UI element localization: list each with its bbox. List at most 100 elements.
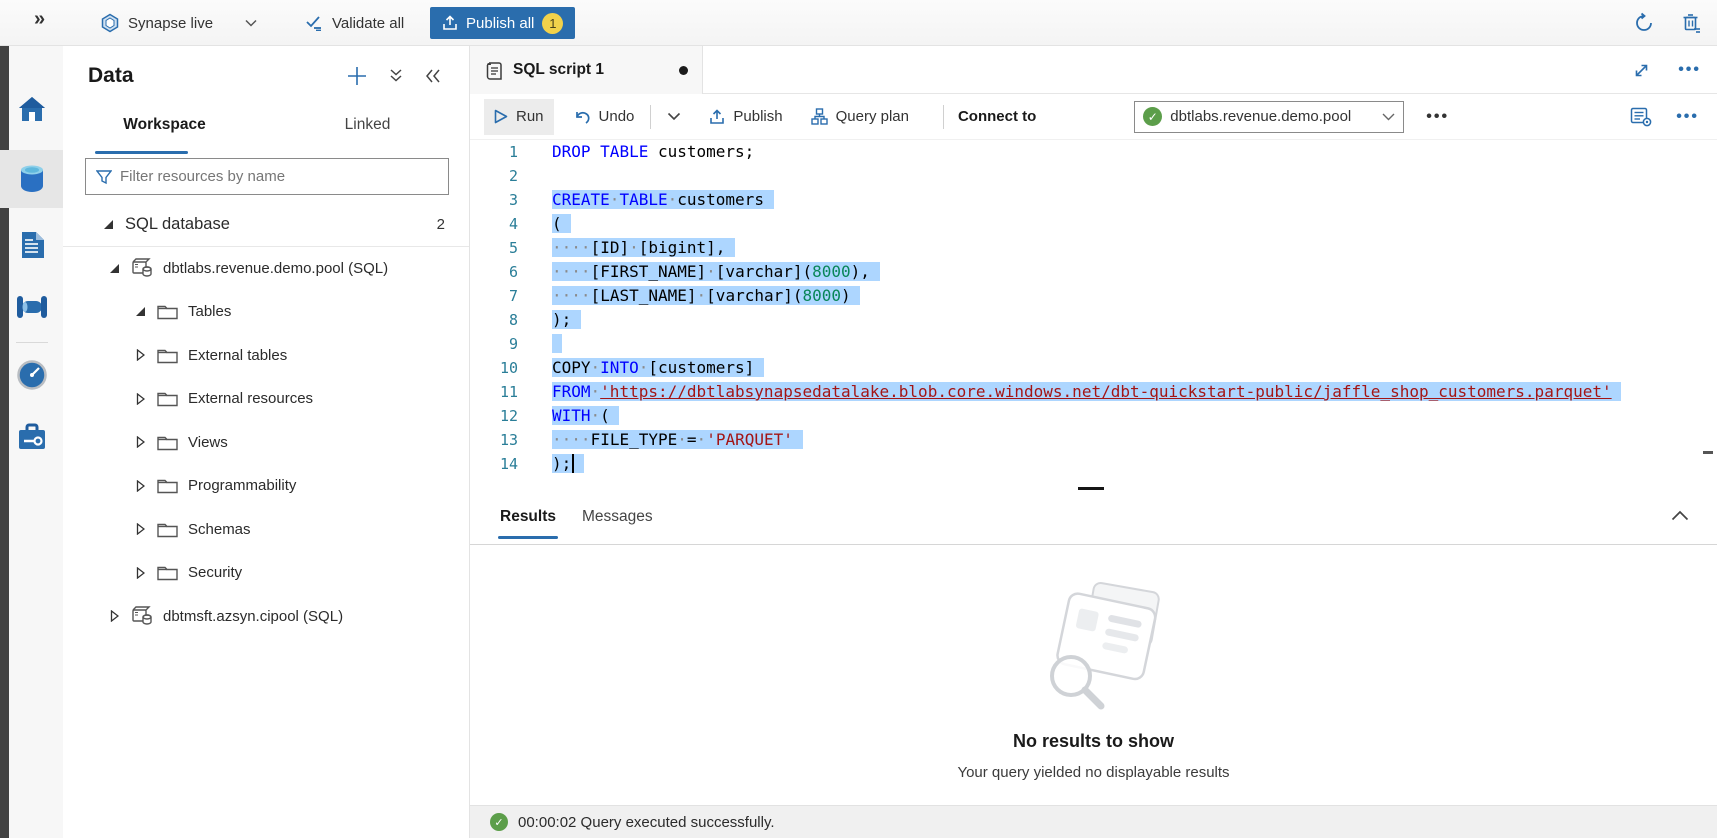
nav-develop-button[interactable] [0, 218, 63, 272]
line-number: 7 [470, 284, 530, 308]
expanded-arrow-icon[interactable] [99, 219, 117, 230]
results-tabbar: Results Messages [470, 498, 1717, 545]
top-command-bar: » Synapse live Validate all Publish all … [0, 0, 1717, 46]
expand-editor-icon[interactable] [1633, 62, 1650, 79]
validate-all-button[interactable]: Validate all [306, 0, 404, 46]
code-line-10[interactable]: 10COPY·INTO·[customers] [470, 356, 1717, 380]
tree-item-sql-database[interactable]: SQL database 2 [63, 203, 469, 247]
nav-manage-button[interactable] [0, 410, 63, 464]
code-line-2[interactable]: 2 [470, 164, 1717, 188]
toolbar-more-actions-icon[interactable]: ••• [1426, 108, 1449, 126]
query-plan-icon [811, 108, 828, 125]
line-number: 6 [470, 260, 530, 284]
no-results-illustration [1009, 573, 1179, 723]
code-line-14[interactable]: 14); [470, 452, 1717, 476]
code-line-13[interactable]: 13····FILE_TYPE·=·'PARQUET' [470, 428, 1717, 452]
sql-pool-icon [131, 606, 153, 626]
synapse-live-icon [100, 13, 120, 33]
editor-toolbar: Run Undo Publish Query plan Connect to ✓ [470, 94, 1717, 140]
editor-more-actions-icon[interactable]: ••• [1676, 108, 1699, 126]
collapsed-arrow-icon[interactable] [131, 349, 149, 361]
nav-integrate-button[interactable] [0, 280, 63, 334]
code-line-1[interactable]: 1DROP TABLE customers; [470, 140, 1717, 164]
tree-item-programmability[interactable]: Programmability [63, 464, 469, 508]
home-icon [17, 95, 47, 123]
tree-item-security[interactable]: Security [63, 551, 469, 595]
undo-redo-dropdown[interactable] [657, 99, 691, 135]
run-button[interactable]: Run [484, 99, 554, 135]
collapse-all-icon[interactable] [389, 68, 403, 84]
tree-item-schemas[interactable]: Schemas [63, 508, 469, 552]
collapsed-arrow-icon[interactable] [131, 436, 149, 448]
discard-trash-icon[interactable] [1681, 12, 1703, 34]
publish-all-button[interactable]: Publish all 1 [430, 7, 575, 39]
panel-resize-handle[interactable] [1078, 487, 1104, 490]
connect-to-pool-dropdown[interactable]: ✓ dbtlabs.revenue.demo.pool [1134, 101, 1404, 133]
collapse-results-icon[interactable] [1671, 510, 1689, 521]
sql-code-editor[interactable]: 1DROP TABLE customers;23CREATE·TABLE·cus… [470, 140, 1717, 492]
tree-item-pool-dbtlabs[interactable]: dbtlabs.revenue.demo.pool (SQL) [63, 247, 469, 291]
mode-selector[interactable]: Synapse live [100, 0, 257, 46]
sql-database-count: 2 [437, 216, 469, 233]
tab-linked[interactable]: Linked [266, 110, 469, 146]
code-line-6[interactable]: 6····[FIRST_NAME]·[varchar](8000), [470, 260, 1717, 284]
tree-item-views[interactable]: Views [63, 421, 469, 465]
folder-icon [157, 477, 178, 494]
pool-connected-icon: ✓ [1143, 107, 1162, 126]
folder-icon [157, 521, 178, 538]
data-panel-tabs: Workspace Linked [63, 110, 469, 146]
synapse-studio-window: » Synapse live Validate all Publish all … [0, 0, 1717, 838]
collapsed-arrow-icon[interactable] [131, 567, 149, 579]
folder-icon [157, 347, 178, 364]
expand-sidebar-icon[interactable]: » [34, 8, 45, 31]
properties-icon[interactable] [1630, 107, 1652, 127]
filter-resources-box[interactable] [85, 158, 449, 195]
tree-item-tables[interactable]: Tables [63, 290, 469, 334]
expanded-arrow-icon[interactable] [105, 263, 123, 274]
code-line-8[interactable]: 8); [470, 308, 1717, 332]
tab-workspace[interactable]: Workspace [63, 110, 266, 146]
pool-name: dbtlabs.revenue.demo.pool [1170, 108, 1374, 125]
code-line-5[interactable]: 5····[ID]·[bigint], [470, 236, 1717, 260]
publish-button[interactable]: Publish [699, 99, 792, 135]
undo-button[interactable]: Undo [564, 99, 645, 135]
code-line-7[interactable]: 7····[LAST_NAME]·[varchar](8000) [470, 284, 1717, 308]
collapsed-arrow-icon[interactable] [131, 393, 149, 405]
overview-ruler-mark [1703, 451, 1713, 454]
chevron-down-icon [245, 19, 257, 27]
refresh-icon[interactable] [1633, 12, 1655, 34]
filter-resources-input[interactable] [120, 168, 438, 185]
expanded-arrow-icon[interactable] [131, 306, 149, 317]
code-line-3[interactable]: 3CREATE·TABLE·customers [470, 188, 1717, 212]
query-plan-button[interactable]: Query plan [801, 99, 919, 135]
folder-icon [157, 564, 178, 581]
chevron-down-icon [1382, 113, 1395, 121]
tab-messages[interactable]: Messages [582, 508, 653, 526]
nav-monitor-button[interactable] [0, 348, 63, 402]
folder-icon [157, 303, 178, 320]
toolbox-icon [17, 423, 47, 451]
line-number: 9 [470, 332, 530, 356]
tree-item-pool-dbtmsft[interactable]: dbtmsft.azsyn.cipool (SQL) [63, 595, 469, 639]
code-line-9[interactable]: 9 [470, 332, 1717, 356]
tab-more-actions-icon[interactable]: ••• [1678, 61, 1701, 79]
line-number: 2 [470, 164, 530, 188]
folder-icon [157, 390, 178, 407]
tree-item-external-tables[interactable]: External tables [63, 334, 469, 378]
code-line-12[interactable]: 12WITH·( [470, 404, 1717, 428]
code-line-4[interactable]: 4( [470, 212, 1717, 236]
collapsed-arrow-icon[interactable] [131, 480, 149, 492]
collapsed-arrow-icon[interactable] [105, 610, 123, 622]
toolbar-divider [943, 105, 944, 129]
add-resource-button[interactable] [347, 66, 367, 86]
collapsed-arrow-icon[interactable] [131, 523, 149, 535]
tab-sql-script-1[interactable]: SQL script 1 [470, 46, 703, 94]
nav-home-button[interactable] [0, 82, 63, 136]
nav-data-button[interactable] [0, 150, 63, 208]
tab-results[interactable]: Results [500, 508, 556, 526]
collapse-panel-icon[interactable] [425, 69, 441, 83]
line-number: 13 [470, 428, 530, 452]
query-status-text: 00:00:02 Query executed successfully. [518, 814, 775, 831]
code-line-11[interactable]: 11FROM·'https://dbtlabsynapsedatalake.bl… [470, 380, 1717, 404]
tree-item-external-resources[interactable]: External resources [63, 377, 469, 421]
